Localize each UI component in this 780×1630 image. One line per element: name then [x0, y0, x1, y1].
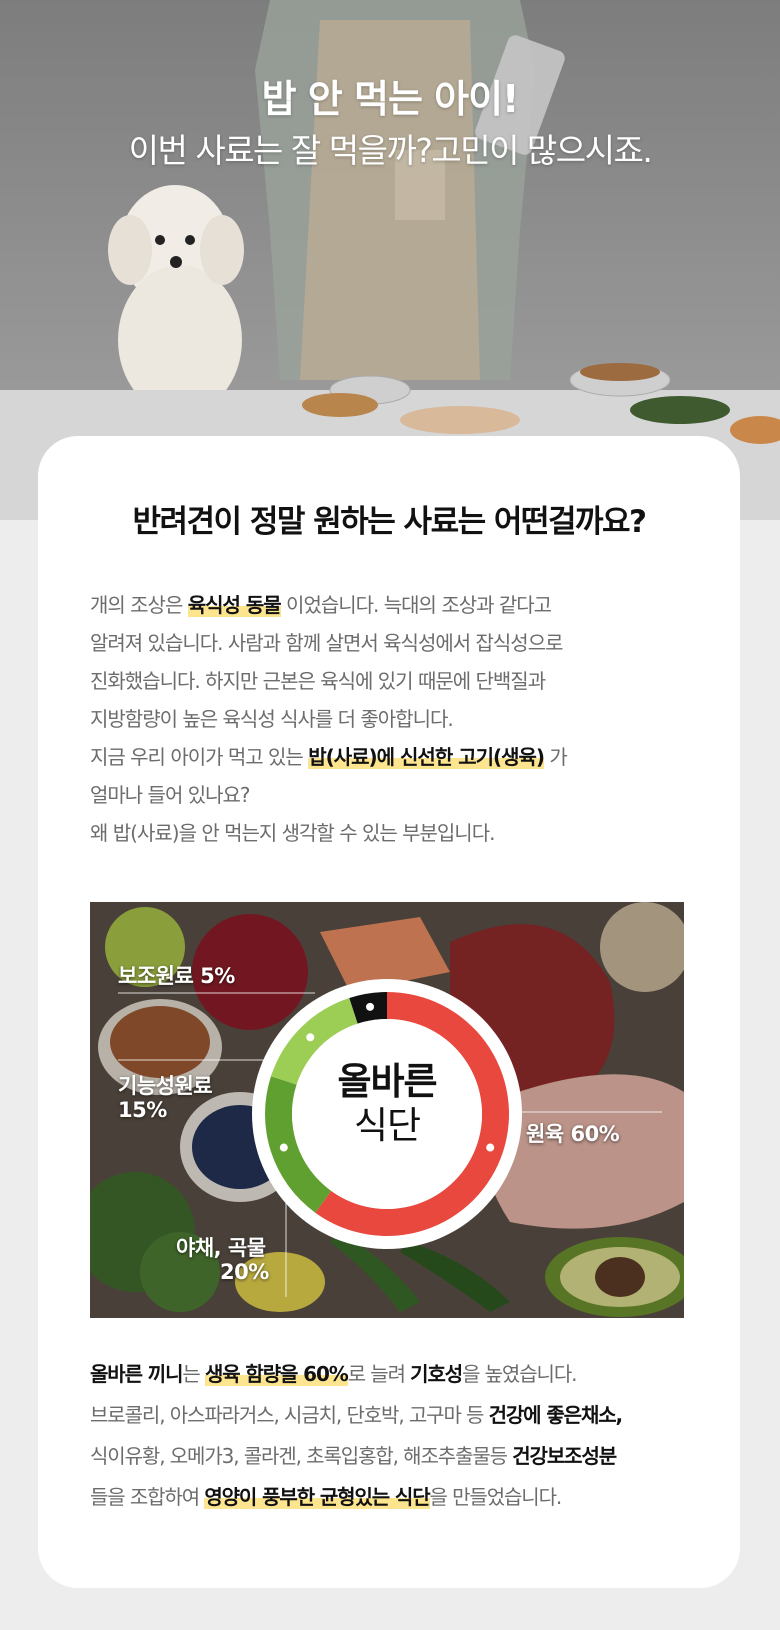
label-functional-pct: 15%	[118, 1098, 167, 1122]
outro-paragraph: 올바른 끼니는 생육 함량을 60%로 늘려 기호성을 높였습니다. 브로콜리,…	[90, 1354, 730, 1518]
intro-text: 이었습니다. 늑대의 조상과 같다고	[280, 593, 552, 617]
highlight-fresh-meat: 밥(사료)에 신선한 고기(생육)	[308, 745, 545, 769]
outro-line: 식이유황, 오메가3, 콜라겐, 초록입홍합, 해조추출물등 건강보조성분	[90, 1436, 730, 1477]
intro-line: 개의 조상은 육식성 동물 이었습니다. 늑대의 조상과 같다고	[90, 586, 720, 624]
outro-text: 식이유황, 오메가3, 콜라겐, 초록입홍합, 해조추출물등	[90, 1444, 513, 1468]
center-label-line2: 식단	[353, 1104, 421, 1147]
intro-line: 지방함량이 높은 육식성 식사를 더 좋아합니다.	[90, 707, 454, 731]
outro-line: 들을 조합하여 영양이 풍부한 균형있는 식단을 만들었습니다.	[90, 1477, 730, 1518]
donut-marker-dot	[486, 1143, 495, 1152]
label-functional: 기능성원료	[118, 1074, 213, 1098]
center-label-line1: 올바른	[337, 1060, 437, 1103]
donut-marker-dot	[306, 1033, 315, 1042]
outro-text: 로 늘려	[347, 1362, 411, 1386]
intro-line: 알려져 있습니다. 사람과 함께 살면서 육식성에서 잡식성으로	[90, 631, 564, 655]
intro-text: 지금 우리 아이가 먹고 있는	[90, 745, 309, 769]
highlight-vegetables: 건강에 좋은채소,	[488, 1403, 624, 1427]
hero-title: 밥 안 먹는 아이!	[261, 77, 520, 121]
label-vegetable-pct: 20%	[220, 1260, 269, 1284]
intro-line: 지금 우리 아이가 먹고 있는 밥(사료)에 신선한 고기(생육) 가	[90, 738, 720, 776]
donut-marker-dot	[366, 1002, 375, 1011]
outro-text: 브로콜리, 아스파라거스, 시금치, 단호박, 고구마 등	[90, 1403, 489, 1427]
highlight-balanced-diet: 영양이 풍부한 균형있는 식단	[204, 1485, 431, 1509]
hero-subtitle: 이번 사료는 잘 먹을까?고민이 많으시죠.	[128, 131, 653, 170]
intro-text: 개의 조상은	[90, 593, 188, 617]
brand-name: 올바른 끼니	[90, 1362, 183, 1386]
highlight-palatability: 기호성	[410, 1362, 463, 1386]
card-title: 반려견이 정말 원하는 사료는 어떤걸까요?	[132, 504, 648, 540]
content-card: 반려견이 정말 원하는 사료는 어떤걸까요? 개의 조상은 육식성 동물 이었습…	[38, 436, 740, 1588]
outro-text: 들을 조합하여	[90, 1485, 205, 1509]
intro-line: 얼마나 들어 있나요?	[90, 783, 251, 807]
intro-text: 가	[544, 745, 567, 769]
diet-infographic: 올바른 식단 보조원료 5% 기능성원료 15% 원육 60% 야채, 곡물 2…	[90, 902, 684, 1318]
label-vegetable: 야채, 곡물	[176, 1236, 266, 1260]
outro-text: 는	[182, 1362, 205, 1386]
highlight-supplements: 건강보조성분	[512, 1444, 617, 1468]
outro-line: 올바른 끼니는 생육 함량을 60%로 늘려 기호성을 높였습니다.	[90, 1354, 730, 1395]
outro-text: 을 만들었습니다.	[429, 1485, 563, 1509]
outro-line: 브로콜리, 아스파라거스, 시금치, 단호박, 고구마 등 건강에 좋은채소,	[90, 1395, 730, 1436]
label-meat: 원육 60%	[526, 1122, 620, 1146]
highlight-carnivore: 육식성 동물	[187, 593, 282, 617]
intro-line: 진화했습니다. 하지만 근본은 육식에 있기 때문에 단백질과	[90, 669, 546, 693]
intro-line: 왜 밥(사료)을 안 먹는지 생각할 수 있는 부분입니다.	[90, 821, 495, 845]
label-supplement: 보조원료 5%	[118, 964, 235, 988]
highlight-raw-meat: 생육 함량을 60%	[204, 1362, 349, 1386]
outro-text: 을 높였습니다.	[462, 1362, 577, 1386]
intro-paragraph: 개의 조상은 육식성 동물 이었습니다. 늑대의 조상과 같다고 알려져 있습니…	[90, 586, 720, 852]
donut-center-label: 올바른 식단	[287, 1060, 487, 1148]
